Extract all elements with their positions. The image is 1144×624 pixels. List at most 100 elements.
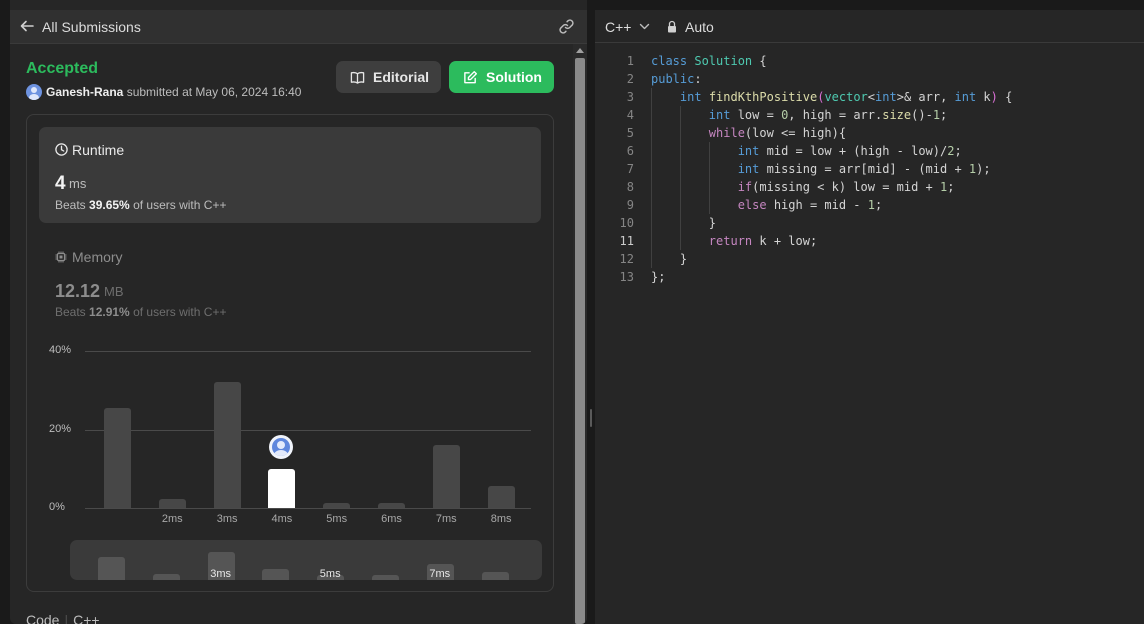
language-select[interactable]: C++ <box>605 19 631 35</box>
panel-splitter[interactable] <box>587 0 595 624</box>
minimap-label: 7ms <box>429 568 451 580</box>
minimap-bar <box>372 574 399 580</box>
submitted-time: submitted at May 06, 2024 16:40 <box>126 85 302 99</box>
avatar-icon[interactable] <box>26 84 42 100</box>
runtime-box[interactable]: Runtime 4 ms Beats 39.65% of users with … <box>39 127 541 223</box>
code-line-10: } <box>651 216 717 230</box>
y-tick-label: 40% <box>49 344 72 356</box>
line-number: 6 <box>626 144 634 158</box>
code-panel: C++ Auto class Solution { public: int fi… <box>595 10 1144 624</box>
chart-bar[interactable] <box>432 445 460 508</box>
splitter-grip[interactable] <box>590 409 592 427</box>
code-line-7: int missing = arr[mid] - (mid + 1); <box>737 162 991 176</box>
scroll-up-icon[interactable] <box>576 48 584 53</box>
solution-label: Solution <box>486 69 542 85</box>
minimap-bar <box>98 556 125 580</box>
minimap-bar <box>481 571 509 580</box>
code-line-3: int findKthPositive(vector<int>& arr, in… <box>679 90 1013 104</box>
code-line-9: else high = mid - 1; <box>737 198 883 212</box>
chart-bar[interactable] <box>268 468 296 508</box>
grid-line <box>85 429 531 431</box>
line-number: 10 <box>619 216 634 230</box>
your-submission-avatar-icon[interactable] <box>269 434 294 459</box>
code-language-row: Code | C++ <box>26 612 100 624</box>
minimap-bar <box>152 574 180 580</box>
x-tick-label: 8ms <box>490 513 512 525</box>
submission-scroll-area: Accepted Ganesh-Rana submitted at May 06… <box>10 44 572 624</box>
chart-bar[interactable] <box>213 382 241 508</box>
code-line-6: int mid = low + (high - low)/2; <box>737 144 962 158</box>
chart-bar[interactable] <box>323 502 351 508</box>
x-tick-label: 6ms <box>381 513 402 525</box>
x-tick-label: 4ms <box>271 513 293 525</box>
runtime-distribution-chart: 40% 20% 0% 2ms 3ms 4ms 5ms 6ms 7ms 8ms <box>27 330 555 530</box>
code-editor[interactable]: class Solution { public: int findKthPosi… <box>595 52 1144 622</box>
submission-panel: All Submissions Accepted Ganesh-Rana sub… <box>10 0 587 624</box>
code-line-8: if(missing < k) low = mid + 1; <box>737 180 955 194</box>
memory-unit: MB <box>104 284 124 299</box>
code-line-12: } <box>651 252 688 266</box>
line-number: 4 <box>626 108 634 122</box>
chart-bar[interactable] <box>158 499 186 508</box>
code-label: Code <box>26 612 60 624</box>
code-line-13: }; <box>651 270 666 284</box>
submitter-name[interactable]: Ganesh-Rana <box>46 85 123 99</box>
line-number: 5 <box>626 126 634 140</box>
runtime-title: Runtime <box>72 142 125 158</box>
chevron-down-icon[interactable] <box>639 21 650 32</box>
edit-icon <box>464 70 478 84</box>
status-accepted: Accepted <box>26 60 99 77</box>
y-tick-label: 0% <box>49 501 65 513</box>
code-line-1: class Solution { <box>651 54 767 68</box>
arrow-left-icon[interactable] <box>20 19 34 33</box>
line-number: 11 <box>619 234 634 248</box>
chart-minimap[interactable]: 3ms 5ms 7ms <box>70 540 542 580</box>
x-tick-label: 2ms <box>161 513 183 525</box>
code-line-5: while(low <= high){ <box>708 126 847 140</box>
line-number: 12 <box>619 252 634 266</box>
scrollbar[interactable] <box>573 44 587 624</box>
memory-beats-suffix: of users with C++ <box>133 305 227 319</box>
editorial-label: Editorial <box>373 69 430 85</box>
code-language: C++ <box>73 612 100 624</box>
memory-value: 12.12 <box>55 281 101 301</box>
line-number: 3 <box>626 90 634 104</box>
memory-title[interactable]: Memory <box>72 249 123 265</box>
editorial-button[interactable]: Editorial <box>336 61 441 93</box>
line-number: 9 <box>626 198 634 212</box>
all-submissions-link[interactable]: All Submissions <box>42 19 141 35</box>
mode-label: Auto <box>685 19 714 35</box>
y-tick-label: 20% <box>49 422 72 435</box>
chart-bar[interactable] <box>378 502 405 508</box>
x-tick-label: 3ms <box>216 513 238 525</box>
code-header: C++ Auto <box>595 10 1144 43</box>
app-root: All Submissions Accepted Ganesh-Rana sub… <box>0 0 1144 624</box>
line-number: 7 <box>626 162 634 176</box>
line-number: 13 <box>619 270 634 284</box>
chart-bar[interactable] <box>104 407 131 508</box>
scrollbar-thumb[interactable] <box>575 58 585 624</box>
chart-bar[interactable] <box>487 486 515 508</box>
code-separator: | <box>64 612 69 624</box>
minimap-bar <box>262 568 290 580</box>
memory-beats-prefix: Beats <box>55 305 86 319</box>
runtime-unit: ms <box>69 176 87 191</box>
lock-icon <box>668 20 676 33</box>
submitter-info: Ganesh-Rana submitted at May 06, 2024 16… <box>46 85 301 99</box>
clock-icon <box>55 143 68 156</box>
code-line-2: public: <box>651 72 702 86</box>
line-number: 8 <box>626 180 634 194</box>
code-line-4: int low = 0, high = arr.size()-1; <box>708 108 948 122</box>
line-number: 1 <box>626 54 634 68</box>
chip-icon <box>55 251 67 263</box>
line-number: 2 <box>626 72 634 86</box>
runtime-value: 4 <box>55 173 66 194</box>
x-tick-label: 5ms <box>326 513 348 525</box>
x-tick-label: 7ms <box>435 513 457 525</box>
runtime-beats-prefix: Beats <box>55 198 86 212</box>
solution-button[interactable]: Solution <box>449 61 554 93</box>
memory-beats: Beats 12.91% of users with C++ <box>55 305 226 319</box>
link-icon[interactable] <box>558 18 575 35</box>
submission-header: All Submissions <box>10 10 587 44</box>
runtime-beats-suffix: of users with C++ <box>133 198 227 212</box>
